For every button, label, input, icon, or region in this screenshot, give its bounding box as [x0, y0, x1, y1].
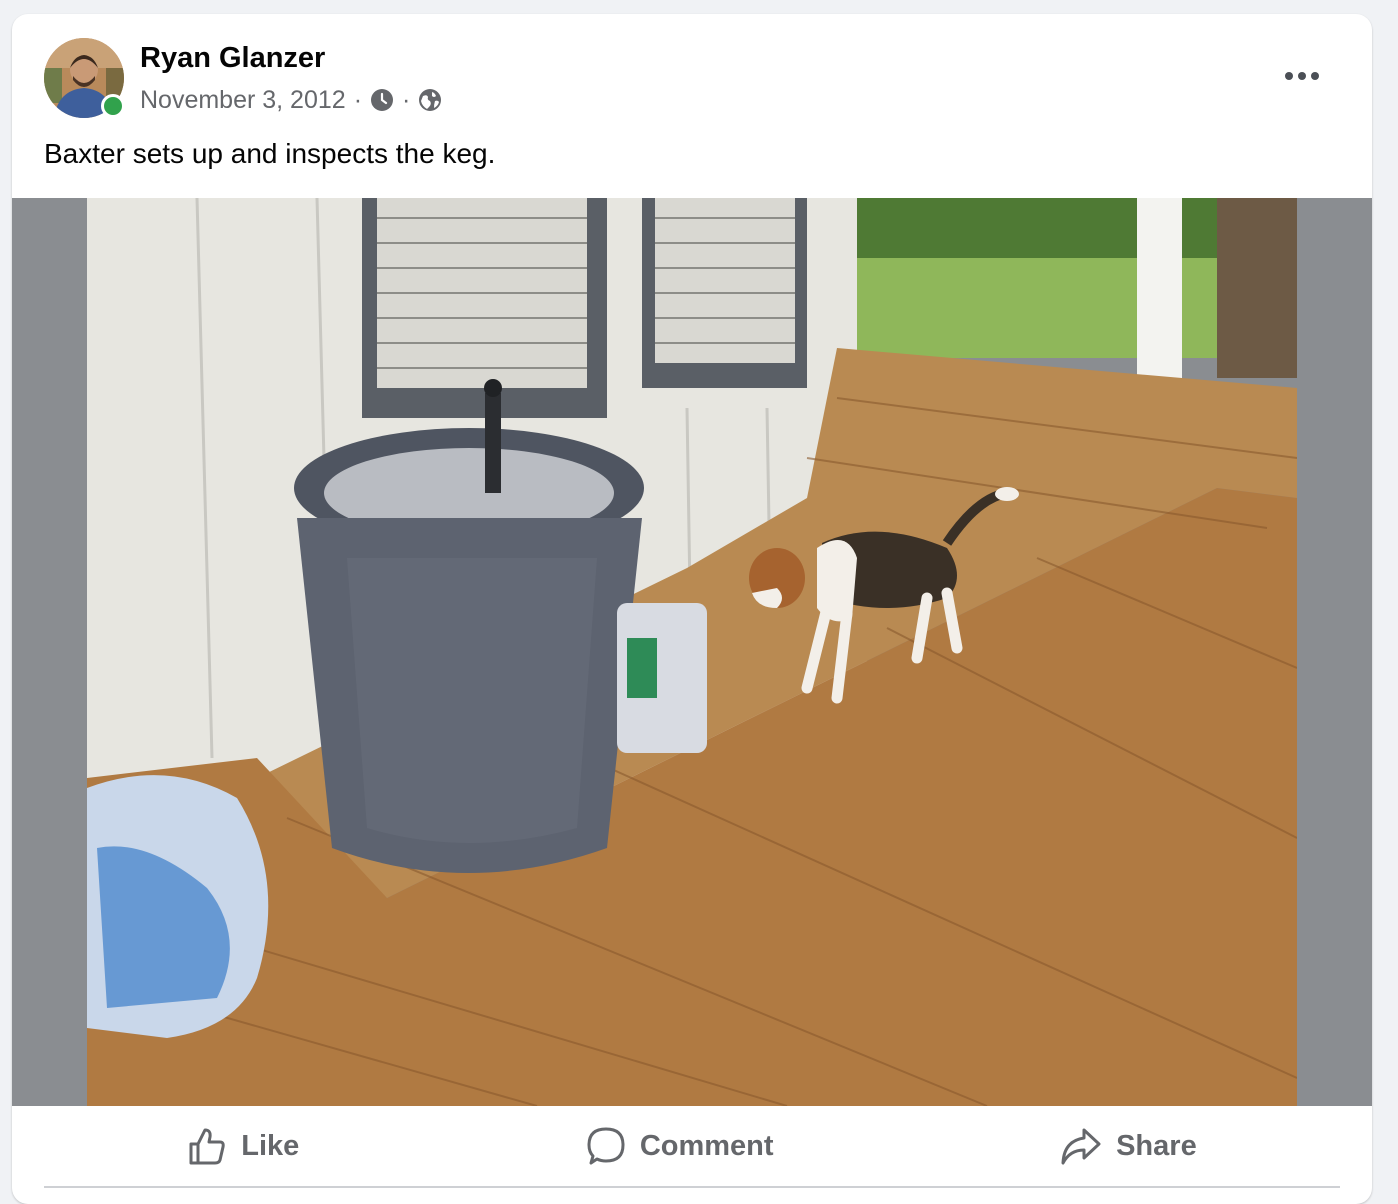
- online-status-dot: [101, 94, 125, 118]
- globe-icon[interactable]: [418, 88, 442, 112]
- more-options-icon[interactable]: [1278, 58, 1326, 94]
- post-photo-container[interactable]: [12, 198, 1372, 1106]
- post-header: Ryan Glanzer November 3, 2012 · · Baxter…: [12, 14, 1372, 198]
- like-button[interactable]: Like: [187, 1126, 299, 1166]
- post-date[interactable]: November 3, 2012: [140, 86, 346, 115]
- share-arrow-icon: [1060, 1126, 1102, 1166]
- post-photo[interactable]: [87, 198, 1297, 1106]
- meta-separator: ·: [402, 85, 411, 114]
- like-label: Like: [241, 1129, 300, 1162]
- comment-button[interactable]: Comment: [586, 1126, 774, 1166]
- thumbs-up-icon: [187, 1126, 227, 1166]
- post-caption: Baxter sets up and inspects the keg.: [44, 138, 496, 169]
- author-name[interactable]: Ryan Glanzer: [140, 42, 325, 75]
- post-meta: November 3, 2012 · ·: [140, 84, 442, 116]
- post-card: Ryan Glanzer November 3, 2012 · · Baxter…: [12, 14, 1372, 1204]
- share-button[interactable]: Share: [1060, 1126, 1197, 1166]
- clock-icon: [370, 88, 394, 112]
- post-actions-bar: Like Comment Share: [44, 1106, 1340, 1188]
- share-label: Share: [1116, 1129, 1197, 1162]
- comment-label: Comment: [639, 1129, 774, 1162]
- meta-separator: ·: [353, 85, 363, 114]
- comment-bubble-icon: [586, 1126, 626, 1166]
